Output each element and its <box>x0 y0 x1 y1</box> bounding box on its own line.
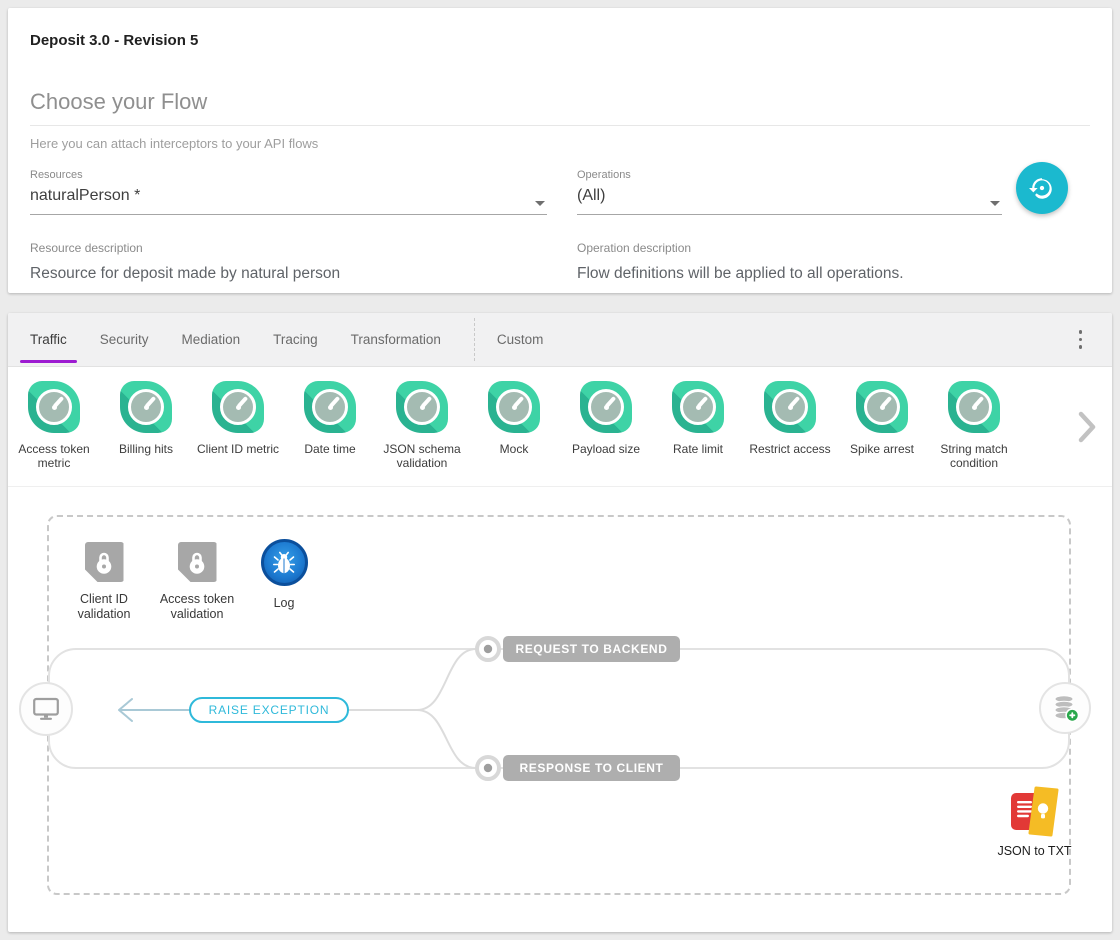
interceptor-item[interactable]: Restrict access <box>744 367 836 456</box>
interceptor-item[interactable]: Mock <box>468 367 560 456</box>
resource-description-label: Resource description <box>30 241 547 255</box>
gauge-icon <box>304 381 356 433</box>
tray-scroll-right-button[interactable] <box>1078 411 1096 448</box>
interceptor-label: JSON schema validation <box>376 442 468 470</box>
flow-editor-card: Traffic Security Mediation Tracing Trans… <box>8 313 1112 932</box>
operation-description-value: Flow definitions will be applied to all … <box>577 265 1057 283</box>
attached-interceptor-label: Client ID validation <box>54 592 154 622</box>
tab-tracing[interactable]: Tracing <box>263 313 328 366</box>
attached-interceptor-label: Log <box>234 596 334 611</box>
tab-mediation[interactable]: Mediation <box>172 313 251 366</box>
lock-tag-icon <box>178 542 217 582</box>
tab-divider <box>474 318 475 361</box>
more-options-icon[interactable] <box>1075 326 1087 353</box>
tab-custom[interactable]: Custom <box>487 313 554 366</box>
interceptor-label: Billing hits <box>119 442 173 456</box>
chevron-down-icon[interactable] <box>535 201 545 206</box>
interceptor-label: Rate limit <box>673 442 723 456</box>
history-restore-icon <box>1029 175 1055 201</box>
interceptor-item[interactable]: Rate limit <box>652 367 744 456</box>
gauge-icon <box>948 381 1000 433</box>
bug-icon <box>261 539 308 586</box>
operation-description-label: Operation description <box>577 241 1057 255</box>
resources-select[interactable]: Resources naturalPerson * <box>30 169 547 215</box>
description-row: Resource description Resource for deposi… <box>30 241 1090 283</box>
interceptor-category-tabs: Traffic Security Mediation Tracing Trans… <box>8 313 1112 367</box>
page-title: Deposit 3.0 - Revision 5 <box>30 32 1090 49</box>
interceptor-label: Restrict access <box>749 442 830 456</box>
interceptor-label: Mock <box>500 442 529 456</box>
interceptor-label: Access token metric <box>8 442 100 470</box>
tab-security[interactable]: Security <box>90 313 159 366</box>
attached-interceptor-label: Access token validation <box>147 592 247 622</box>
api-revision-card: Deposit 3.0 - Revision 5 Choose your Flo… <box>8 8 1112 293</box>
section-title: Choose your Flow <box>30 89 1090 126</box>
interceptor-item[interactable]: String match condition <box>928 367 1020 470</box>
database-add-icon <box>1050 693 1080 723</box>
attached-access-token-validation[interactable]: Access token validation <box>147 542 247 622</box>
request-to-backend-pill[interactable]: REQUEST TO BACKEND <box>503 636 680 662</box>
response-to-client-pill[interactable]: RESPONSE TO CLIENT <box>503 755 680 781</box>
interceptor-item[interactable]: Payload size <box>560 367 652 456</box>
attached-client-id-validation[interactable]: Client ID validation <box>54 542 154 622</box>
flow-history-button[interactable] <box>1016 162 1068 214</box>
json-to-txt-icon <box>1007 785 1063 837</box>
tab-transformation[interactable]: Transformation <box>341 313 451 366</box>
client-endpoint <box>19 682 73 736</box>
gauge-icon <box>396 381 448 433</box>
raise-exception-pill[interactable]: RAISE EXCEPTION <box>189 697 349 723</box>
operations-select[interactable]: Operations (All) <box>577 169 1002 215</box>
resources-label: Resources <box>30 169 547 181</box>
interceptor-label: Payload size <box>572 442 640 456</box>
interceptor-tray: Access token metric Billing hits Client … <box>8 367 1112 487</box>
interceptor-label: String match condition <box>928 442 1020 470</box>
converter-label: JSON to TXT <box>997 844 1071 858</box>
tab-traffic[interactable]: Traffic <box>20 313 77 366</box>
resources-value[interactable]: naturalPerson * <box>30 187 547 215</box>
gauge-icon <box>212 381 264 433</box>
flow-selector-row: Resources naturalPerson * Operations (Al… <box>30 169 1090 215</box>
resource-description-value: Resource for deposit made by natural per… <box>30 265 547 283</box>
gauge-icon <box>488 381 540 433</box>
gauge-icon <box>672 381 724 433</box>
section-subtitle: Here you can attach interceptors to your… <box>30 136 1090 151</box>
backend-endpoint-add[interactable] <box>1039 682 1091 734</box>
operations-value[interactable]: (All) <box>577 187 1002 215</box>
gauge-icon <box>580 381 632 433</box>
chevron-right-icon <box>1078 411 1096 443</box>
interceptor-label: Client ID metric <box>197 442 279 456</box>
attached-json-to-txt[interactable]: JSON to TXT <box>977 785 1092 858</box>
lock-tag-icon <box>85 542 124 582</box>
flow-canvas[interactable]: Client ID validation Access token valida… <box>8 487 1112 931</box>
gauge-icon <box>120 381 172 433</box>
gauge-icon <box>28 381 80 433</box>
operations-label: Operations <box>577 169 1002 181</box>
interceptor-item[interactable]: Billing hits <box>100 367 192 456</box>
interceptor-item[interactable]: Client ID metric <box>192 367 284 456</box>
interceptor-item[interactable]: Spike arrest <box>836 367 928 456</box>
attached-log[interactable]: Log <box>234 539 334 611</box>
monitor-icon <box>32 696 60 722</box>
gauge-icon <box>856 381 908 433</box>
interceptor-item[interactable]: JSON schema validation <box>376 367 468 470</box>
interceptor-label: Spike arrest <box>850 442 914 456</box>
interceptor-item[interactable]: Date time <box>284 367 376 456</box>
interceptor-item[interactable]: Access token metric <box>8 367 100 470</box>
chevron-down-icon[interactable] <box>990 201 1000 206</box>
gauge-icon <box>764 381 816 433</box>
interceptor-label: Date time <box>304 442 355 456</box>
